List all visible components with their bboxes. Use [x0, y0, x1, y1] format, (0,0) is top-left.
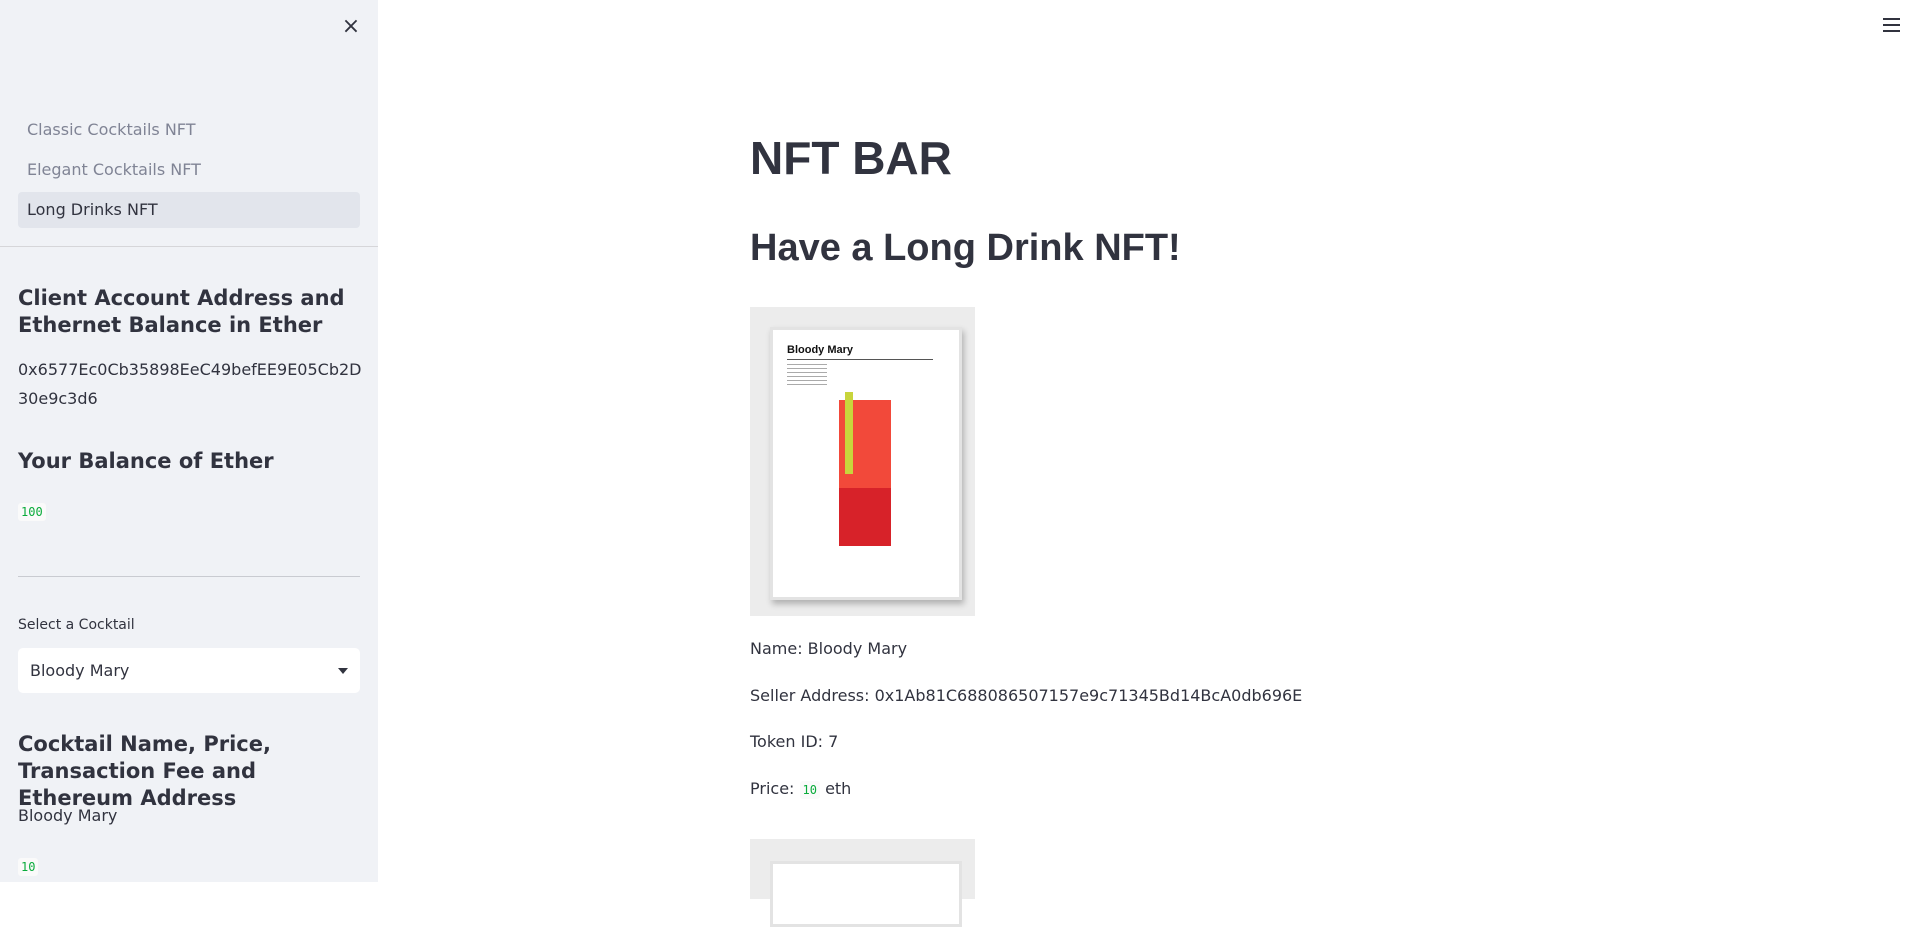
poster-recipe-lines — [787, 364, 827, 388]
cocktail-select-value: Bloody Mary — [30, 661, 130, 680]
select-cocktail-label: Select a Cocktail — [18, 617, 135, 633]
poster-title: Bloody Mary — [787, 344, 854, 356]
details-price: 10 — [18, 858, 39, 876]
glass-drink-bottom — [839, 488, 891, 546]
nav-item-long-drinks[interactable]: Long Drinks NFT — [18, 192, 360, 228]
nft-token-id: Token ID: 7 — [750, 732, 839, 751]
page-subtitle: Have a Long Drink NFT! — [750, 227, 1181, 269]
nft-price-unit: eth — [825, 779, 852, 798]
nav-item-classic-cocktails[interactable]: Classic Cocktails NFT — [18, 112, 360, 148]
chevron-down-icon — [338, 667, 348, 674]
nft-price-value: 10 — [799, 781, 820, 799]
nft-image-bloody-mary: Bloody Mary — [750, 307, 975, 616]
sidebar-nav: Classic Cocktails NFT Elegant Cocktails … — [18, 112, 360, 232]
nft-price-label: Price: — [750, 779, 795, 798]
page-title: NFT BAR — [750, 132, 952, 184]
nft-name: Name: Bloody Mary — [750, 639, 908, 658]
details-name: Bloody Mary — [18, 806, 118, 825]
balance-value-wrap: 100 — [18, 496, 363, 525]
balance-value: 100 — [18, 503, 46, 521]
sidebar: × Classic Cocktails NFT Elegant Cocktail… — [0, 0, 378, 882]
celery-stick — [845, 392, 853, 474]
sidebar-hr — [18, 576, 360, 577]
nft-seller-address: Seller Address: 0x1Ab81C688086507157e9c7… — [750, 686, 1303, 705]
account-address: 0x6577Ec0Cb35898EeC49befEE9E05Cb2D30e9c3… — [18, 360, 362, 408]
account-heading: Client Account Address and Ethernet Bala… — [18, 286, 345, 337]
nft-image-next — [750, 839, 975, 927]
details-price-wrap: 10 — [18, 851, 363, 880]
cocktail-select[interactable]: Bloody Mary — [18, 648, 360, 693]
poster-frame: Bloody Mary — [770, 327, 962, 600]
poster-rule — [787, 359, 933, 360]
hamburger-menu-icon[interactable] — [1881, 14, 1903, 36]
close-icon[interactable]: × — [338, 14, 364, 40]
details-heading: Cocktail Name, Price, Transaction Fee an… — [18, 732, 271, 810]
sidebar-divider — [0, 246, 378, 247]
balance-heading: Your Balance of Ether — [18, 449, 274, 473]
nft-price: Price: 10 eth — [750, 777, 851, 801]
poster-frame-next — [770, 861, 962, 927]
nav-item-elegant-cocktails[interactable]: Elegant Cocktails NFT — [18, 152, 360, 188]
